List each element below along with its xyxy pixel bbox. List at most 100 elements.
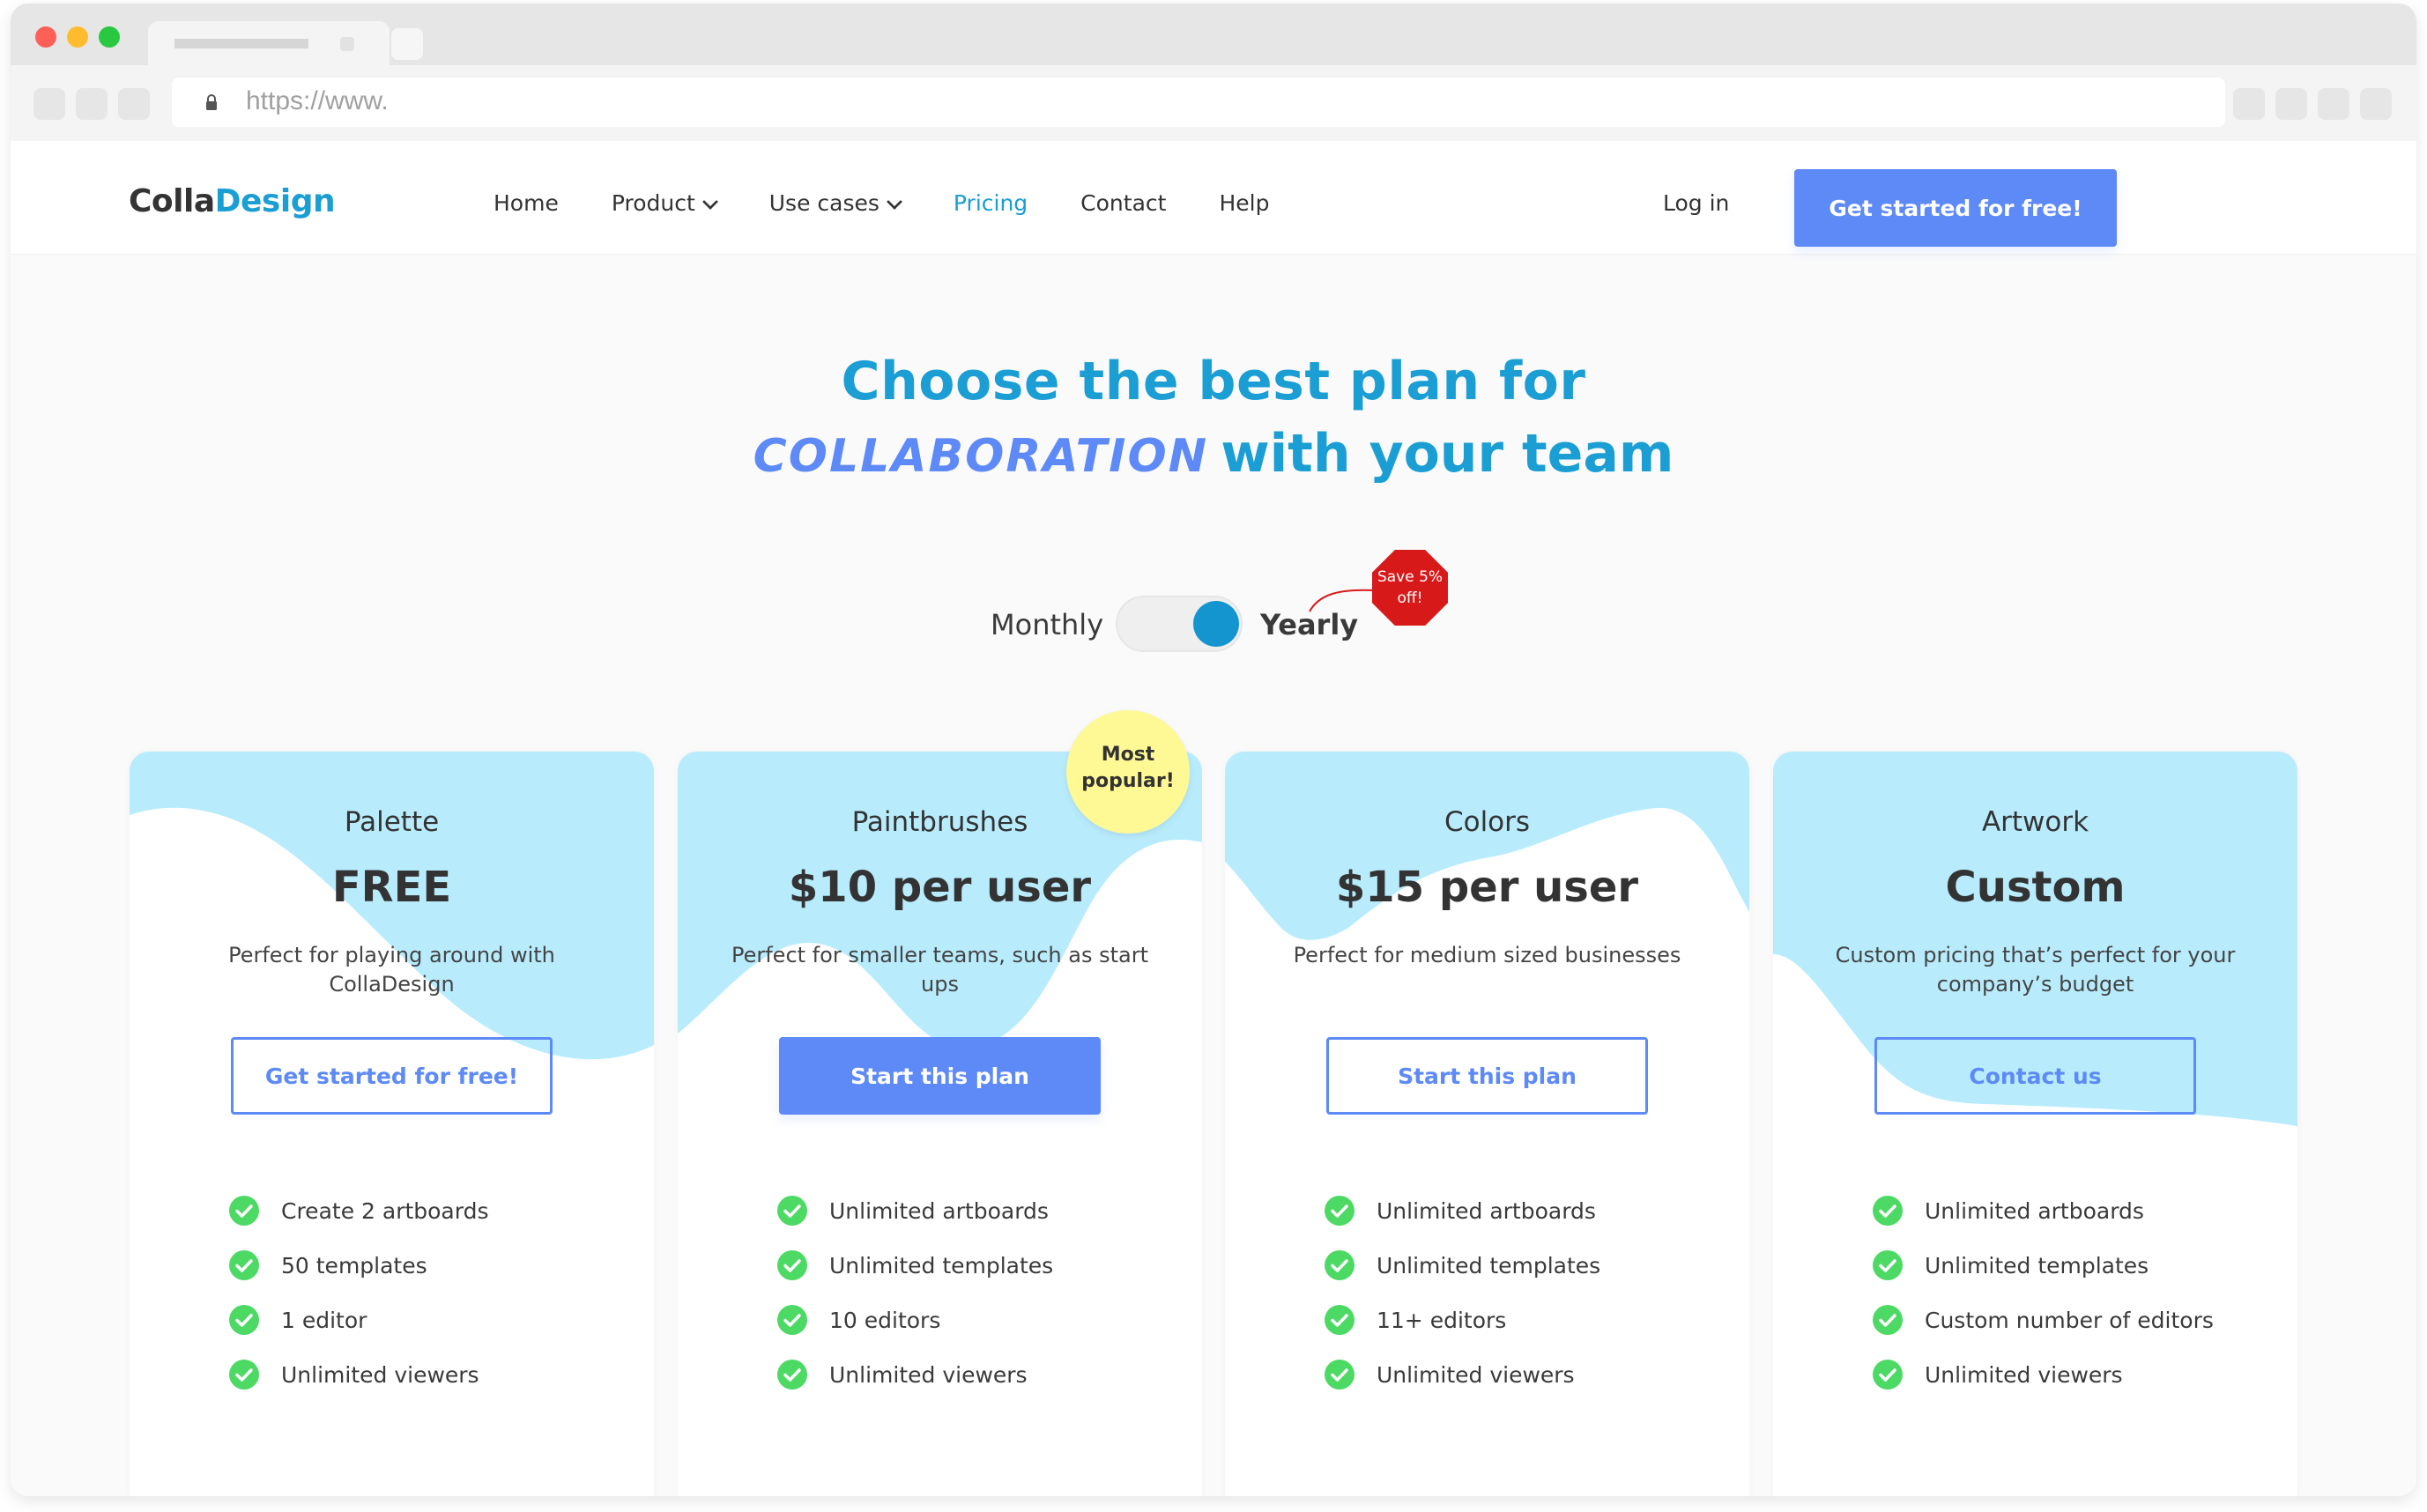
feature-item: 11+ editors bbox=[1324, 1293, 1600, 1347]
feature-item: Unlimited artboards bbox=[776, 1183, 1053, 1238]
feature-item: Unlimited templates bbox=[1324, 1238, 1600, 1293]
reload-button[interactable] bbox=[118, 88, 150, 120]
feature-item: Custom number of editors bbox=[1872, 1293, 2214, 1347]
feature-item: Create 2 artboards bbox=[228, 1183, 489, 1238]
maximize-window-button[interactable] bbox=[99, 26, 120, 48]
nav-pricing-label: Pricing bbox=[953, 190, 1028, 216]
monthly-label[interactable]: Monthly bbox=[991, 608, 1103, 641]
login-link[interactable]: Log in bbox=[1663, 190, 1729, 216]
feature-text: 50 templates bbox=[281, 1252, 427, 1279]
plan-card-colors: Colors $15 per user Perfect for medium s… bbox=[1225, 752, 1749, 1496]
hero-highlight-word: COLLABORATION bbox=[753, 430, 1209, 483]
plan-card-artwork: Artwork Custom Custom pricing that’s per… bbox=[1773, 752, 2297, 1496]
minimize-window-button[interactable] bbox=[67, 26, 88, 48]
check-circle-icon bbox=[777, 1250, 807, 1280]
feature-text: Unlimited viewers bbox=[829, 1361, 1028, 1388]
check-circle-icon bbox=[777, 1196, 807, 1226]
chevron-down-icon bbox=[886, 193, 902, 210]
nav-help[interactable]: Help bbox=[1219, 190, 1269, 216]
feature-list: Unlimited artboards Unlimited templates … bbox=[1872, 1183, 2214, 1402]
connector-line-icon bbox=[1309, 589, 1376, 612]
check-circle-icon bbox=[1873, 1196, 1903, 1226]
logo-part-colla: Colla bbox=[129, 183, 215, 219]
chevron-down-icon bbox=[701, 193, 718, 210]
feature-item: Unlimited artboards bbox=[1872, 1183, 2214, 1238]
billing-period-toggle[interactable] bbox=[1116, 596, 1243, 652]
check-circle-icon bbox=[229, 1305, 259, 1335]
nav-use-cases-label: Use cases bbox=[768, 190, 880, 216]
start-plan-button[interactable]: Start this plan bbox=[779, 1037, 1101, 1115]
nav-home[interactable]: Home bbox=[494, 190, 559, 216]
plan-name: Artwork bbox=[1981, 806, 2089, 838]
plan-card-palette: Palette FREE Perfect for playing around … bbox=[130, 752, 654, 1496]
feature-text: Unlimited viewers bbox=[1377, 1361, 1575, 1388]
hero-heading-rest: with your team bbox=[1221, 423, 1674, 485]
billing-toggle-group: Monthly Yearly Save 5% off! bbox=[11, 550, 2416, 675]
check-circle-icon bbox=[229, 1196, 259, 1226]
feature-text: Unlimited templates bbox=[1925, 1252, 2149, 1279]
toolbar-extension-button[interactable] bbox=[2275, 88, 2307, 120]
address-bar[interactable]: https://www. bbox=[172, 78, 2225, 127]
toolbar-menu-button[interactable] bbox=[2360, 88, 2392, 120]
site-header: CollaDesign Home Product Use cases Prici… bbox=[11, 141, 2416, 254]
feature-item: 10 editors bbox=[776, 1293, 1053, 1347]
feature-text: Unlimited viewers bbox=[1925, 1361, 2123, 1388]
feature-text: Unlimited templates bbox=[1377, 1252, 1601, 1279]
feature-list: Create 2 artboards 50 templates 1 editor… bbox=[228, 1183, 489, 1402]
start-plan-button[interactable]: Start this plan bbox=[1326, 1037, 1648, 1115]
hero-heading-line2: COLLABORATION with your team bbox=[11, 423, 2416, 485]
most-popular-badge: Most popular! bbox=[1066, 710, 1190, 834]
plan-card-paintbrushes: Paintbrushes $10 per user Perfect for sm… bbox=[678, 752, 1202, 1496]
check-circle-icon bbox=[229, 1250, 259, 1280]
check-circle-icon bbox=[1873, 1305, 1903, 1335]
feature-item: 50 templates bbox=[228, 1238, 489, 1293]
new-tab-button[interactable] bbox=[391, 28, 423, 60]
plan-description: Perfect for smaller teams, such as start… bbox=[731, 943, 1149, 997]
close-window-button[interactable] bbox=[35, 26, 56, 48]
toggle-knob[interactable] bbox=[1193, 601, 1239, 647]
feature-item: Unlimited artboards bbox=[1324, 1183, 1600, 1238]
get-started-button[interactable]: Get started for free! bbox=[1794, 169, 2117, 247]
feature-text: Custom number of editors bbox=[1925, 1307, 2214, 1333]
toolbar-extension-button[interactable] bbox=[2233, 88, 2265, 120]
plan-description: Perfect for medium sized businesses bbox=[1293, 943, 1681, 967]
check-circle-icon bbox=[1325, 1250, 1355, 1280]
forward-button[interactable] bbox=[76, 88, 108, 120]
tab-close-icon[interactable] bbox=[340, 37, 354, 51]
feature-list: Unlimited artboards Unlimited templates … bbox=[1324, 1183, 1600, 1402]
browser-tab[interactable] bbox=[148, 21, 390, 67]
nav-home-label: Home bbox=[494, 190, 559, 216]
check-circle-icon bbox=[1325, 1360, 1355, 1390]
back-button[interactable] bbox=[33, 88, 65, 120]
check-circle-icon bbox=[777, 1360, 807, 1390]
contact-us-button[interactable]: Contact us bbox=[1874, 1037, 2196, 1115]
nav-use-cases[interactable]: Use cases bbox=[768, 190, 902, 216]
toolbar-extension-button[interactable] bbox=[2318, 88, 2349, 120]
url-text: https://www. bbox=[246, 86, 389, 115]
check-circle-icon bbox=[1873, 1360, 1903, 1390]
plan-description: Custom pricing that’s perfect for your c… bbox=[1835, 943, 2236, 997]
plan-name: Palette bbox=[344, 806, 440, 838]
page-viewport: CollaDesign Home Product Use cases Prici… bbox=[11, 141, 2416, 1496]
feature-item: Unlimited templates bbox=[776, 1238, 1053, 1293]
check-circle-icon bbox=[1325, 1305, 1355, 1335]
nav-product[interactable]: Product bbox=[612, 190, 718, 216]
nav-pricing[interactable]: Pricing bbox=[954, 190, 1028, 216]
plan-name: Colors bbox=[1444, 806, 1531, 838]
feature-item: Unlimited viewers bbox=[1872, 1347, 2214, 1402]
feature-text: Unlimited artboards bbox=[829, 1197, 1049, 1224]
main-nav: Home Product Use cases Pricing Contact H… bbox=[494, 190, 1322, 216]
lock-icon bbox=[206, 94, 217, 110]
feature-text: Unlimited templates bbox=[829, 1252, 1054, 1279]
nav-contact[interactable]: Contact bbox=[1080, 190, 1166, 216]
browser-toolbar: https://www. bbox=[11, 65, 2416, 141]
plan-price: $15 per user bbox=[1335, 863, 1639, 912]
logo[interactable]: CollaDesign bbox=[129, 183, 336, 219]
plan-get-started-button[interactable]: Get started for free! bbox=[231, 1037, 553, 1115]
plan-price: Custom bbox=[1945, 863, 2126, 912]
plan-price: $10 per user bbox=[788, 863, 1092, 912]
feature-text: Create 2 artboards bbox=[281, 1197, 489, 1224]
browser-window: https://www. CollaDesign Home Product Us… bbox=[11, 4, 2416, 1496]
nav-help-label: Help bbox=[1219, 190, 1270, 216]
feature-item: Unlimited viewers bbox=[776, 1347, 1053, 1402]
